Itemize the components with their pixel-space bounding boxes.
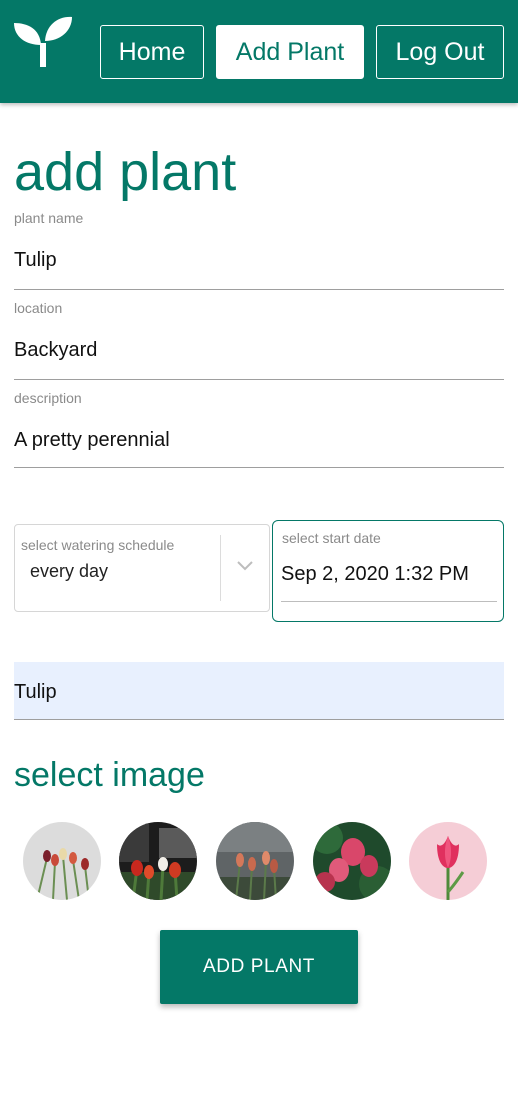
plant-name-field[interactable]: plant name Tulip xyxy=(14,210,504,290)
watering-schedule-select[interactable]: select watering schedule every day xyxy=(14,524,270,612)
add-plant-button[interactable]: ADD PLANT xyxy=(160,930,358,1004)
autofill-name-field[interactable]: Tulip xyxy=(14,662,504,720)
start-date-label: select start date xyxy=(282,530,381,546)
description-label: description xyxy=(14,390,82,406)
nav-logout-button[interactable]: Log Out xyxy=(376,25,504,79)
start-date-input[interactable]: Sep 2, 2020 1:32 PM xyxy=(281,563,469,586)
start-date-picker[interactable]: select start date Sep 2, 2020 1:32 PM xyxy=(272,520,504,622)
location-input[interactable]: Backyard xyxy=(14,339,97,362)
image-option-tulips-green-bg[interactable] xyxy=(313,822,391,900)
image-option-tulips-grey-bg[interactable] xyxy=(216,822,294,900)
sprout-icon[interactable] xyxy=(12,15,74,69)
chevron-down-icon[interactable] xyxy=(236,558,254,572)
page-title: add plant xyxy=(14,142,237,202)
watering-schedule-label: select watering schedule xyxy=(21,537,175,553)
watering-schedule-value: every day xyxy=(30,561,109,581)
start-date-underline xyxy=(281,601,497,602)
autofill-name-input[interactable]: Tulip xyxy=(14,681,57,704)
nav-add-plant-button[interactable]: Add Plant xyxy=(216,25,364,79)
plant-name-input[interactable]: Tulip xyxy=(14,249,57,272)
description-field[interactable]: description A pretty perennial xyxy=(14,390,504,468)
location-label: location xyxy=(14,300,63,316)
location-field[interactable]: location Backyard xyxy=(14,300,504,380)
description-input[interactable]: A pretty perennial xyxy=(14,429,170,452)
image-option-tulips-white-bg[interactable] xyxy=(23,822,101,900)
navbar: Home Add Plant Log Out xyxy=(0,0,518,103)
image-option-tulips-dark-bg[interactable] xyxy=(119,822,197,900)
select-divider xyxy=(220,535,221,601)
image-option-tulip-pink-bg[interactable] xyxy=(409,822,487,900)
nav-home-button[interactable]: Home xyxy=(100,25,204,79)
select-image-title: select image xyxy=(14,756,205,794)
plant-name-label: plant name xyxy=(14,210,84,226)
